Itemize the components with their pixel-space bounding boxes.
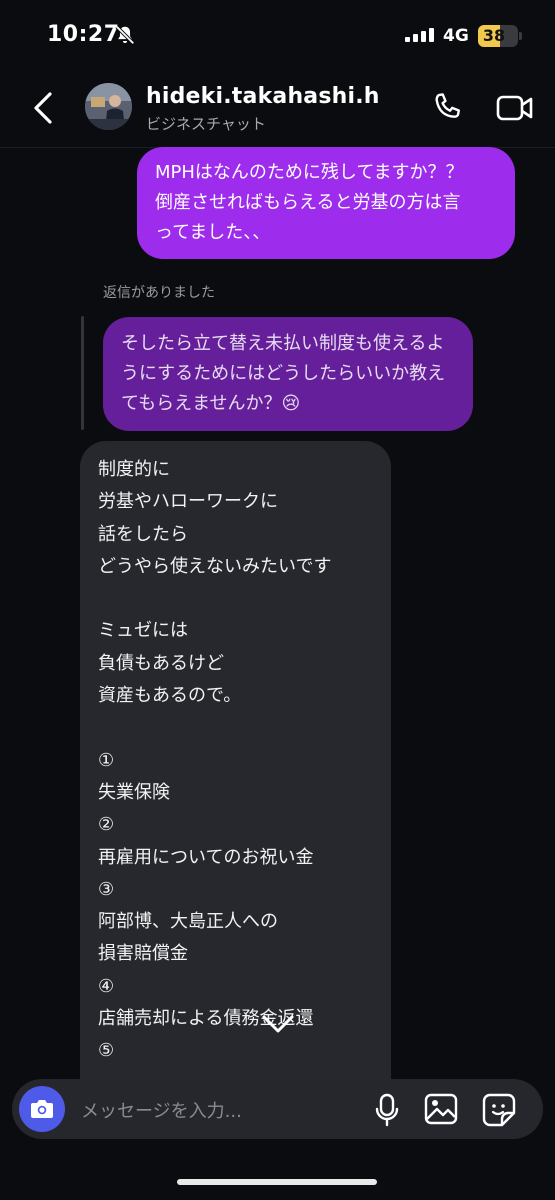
bell-muted-icon — [115, 25, 135, 45]
battery-level: 38 — [482, 26, 506, 45]
quoted-message[interactable]: そしたら立て替え未払い制度も使えるよ うにするためにはどうしたらいいか教え ても… — [103, 317, 473, 431]
phone-call-icon[interactable] — [430, 91, 464, 125]
outgoing-message[interactable]: MPHはなんのために残してますか？？ 倒産させればもらえると労基の方は言 ってま… — [137, 147, 515, 259]
status-time: 10:27 — [47, 22, 120, 47]
avatar[interactable] — [85, 83, 132, 130]
sticker-icon[interactable] — [482, 1093, 516, 1127]
reply-notice: 返信がありました — [103, 285, 215, 301]
camera-button[interactable] — [19, 1086, 65, 1132]
home-indicator[interactable] — [177, 1179, 377, 1185]
scroll-down-chevron-icon[interactable] — [260, 1013, 296, 1035]
contact-username[interactable]: hideki.takahashi.h — [146, 84, 380, 109]
reply-indicator-line — [81, 316, 84, 430]
gallery-icon[interactable] — [424, 1093, 458, 1125]
camera-icon — [31, 1100, 53, 1118]
message-composer: メッセージを入力... — [12, 1079, 543, 1139]
message-input[interactable]: メッセージを入力... — [81, 1097, 242, 1123]
avatar-photo-icon — [85, 83, 132, 130]
battery-nub — [519, 32, 522, 40]
network-type: 4G — [443, 26, 469, 46]
cellular-signal-icon — [405, 28, 434, 42]
status-bar: 10:27 4G 38 — [0, 0, 555, 70]
incoming-message[interactable]: 制度的に 労基やハローワークに 話をしたら どうやら使えないみたいです ミュゼに… — [80, 441, 391, 1101]
chat-header: hideki.takahashi.h ビジネスチャット — [0, 72, 555, 148]
microphone-icon[interactable] — [373, 1093, 401, 1127]
contact-subtitle: ビジネスチャット — [146, 115, 266, 133]
battery-icon: 38 — [478, 25, 522, 47]
video-call-icon[interactable] — [496, 93, 534, 123]
back-arrow-icon[interactable] — [30, 90, 58, 126]
